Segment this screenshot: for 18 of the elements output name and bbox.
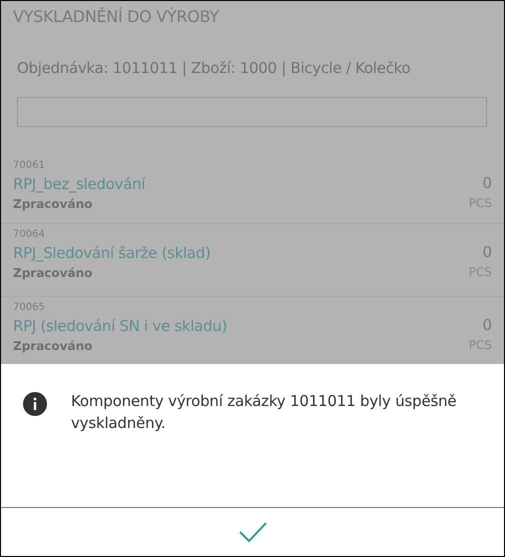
item-name[interactable]: RPJ_Sledování šarže (sklad) (13, 242, 211, 264)
item-code: 70064 (13, 228, 46, 242)
item-name[interactable]: RPJ (sledování SN i ve skladu) (13, 315, 227, 337)
item-code: 70061 (13, 159, 46, 173)
item-quantity: 0 (482, 173, 492, 194)
order-info: Objednávka: 1011011 | Zboží: 1000 | Bicycle / Kolečko (16, 58, 412, 77)
item-status: Zpracováno (13, 338, 94, 355)
page-title: VYSKLADNĚNÍ DO VÝROBY (12, 6, 220, 28)
item-quantity: 0 (482, 242, 492, 263)
input-field[interactable] (17, 97, 487, 127)
info-icon (23, 392, 47, 416)
item-status: Zpracováno (13, 265, 94, 282)
item-code: 70065 (13, 301, 46, 315)
checkmark-icon (238, 521, 268, 543)
item-quantity: 0 (482, 315, 492, 336)
item-status: Zpracováno (13, 196, 94, 213)
item-name[interactable]: RPJ_bez_sledování (13, 173, 146, 195)
message-text: Komponenty výrobní zakázky 1011011 byly úspěšně vyskladněny. (71, 391, 458, 434)
